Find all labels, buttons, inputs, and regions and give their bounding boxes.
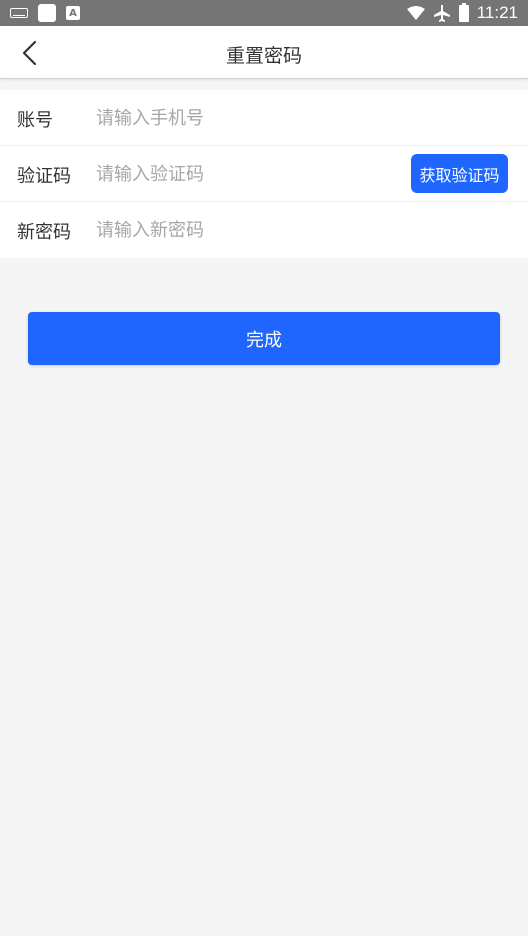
new-password-row: 新密码 — [0, 202, 528, 258]
new-password-input[interactable] — [96, 214, 396, 246]
text-a-icon: A — [66, 6, 80, 20]
code-row: 验证码 获取验证码 — [0, 146, 528, 202]
airplane-icon — [433, 5, 450, 22]
wifi-icon — [406, 6, 425, 20]
reset-password-form: 账号 验证码 获取验证码 新密码 — [0, 90, 528, 258]
account-row: 账号 — [0, 90, 528, 146]
status-bar-left: A — [10, 4, 80, 22]
status-bar: A 11:21 — [0, 0, 528, 26]
new-password-label: 新密码 — [17, 222, 71, 243]
verification-code-input[interactable] — [96, 158, 386, 190]
page-title: 重置密码 — [225, 45, 302, 67]
keyboard-icon — [10, 8, 28, 18]
code-label: 验证码 — [17, 166, 71, 187]
app-header: 重置密码 — [0, 26, 528, 79]
status-bar-right: 11:21 — [406, 2, 518, 23]
account-label: 账号 — [17, 110, 53, 131]
submit-button[interactable]: 完成 — [28, 312, 500, 365]
phone-input[interactable] — [96, 102, 396, 134]
get-code-button[interactable]: 获取验证码 — [411, 154, 508, 193]
battery-charging-icon — [458, 2, 469, 22]
status-time: 11:21 — [476, 3, 518, 22]
notification-square-icon — [38, 4, 56, 22]
